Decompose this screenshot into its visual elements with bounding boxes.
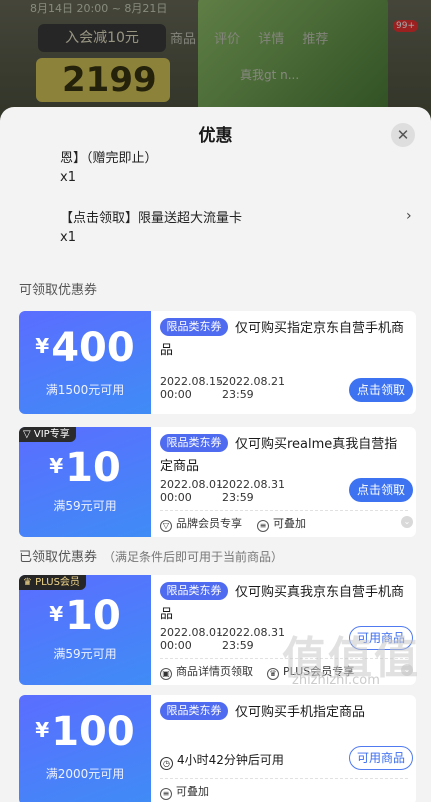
coupon-amount: ¥10 (49, 593, 121, 639)
coupon-condition: 满2000元可用 (45, 767, 125, 781)
detail-page-icon: ▣ (160, 668, 172, 680)
clock-icon: ◷ (160, 757, 173, 770)
coupon-value-panel: ▽ VIP专享 ¥10 满59元可用 (19, 427, 151, 537)
coupon-card: ¥400 满1500元可用 限品类东券 仅可购买指定京东自营手机商品 2022.… (19, 311, 416, 414)
close-icon[interactable]: ✕ (391, 123, 415, 147)
coupon-condition: 满59元可用 (53, 499, 117, 513)
divider (160, 778, 408, 779)
coupon-condition: 满1500元可用 (45, 383, 125, 397)
coupon-countdown: ◷ 4小时42分钟后可用 (160, 751, 284, 770)
coupon-description: 仅可购买真我京东自营手机商品 (160, 585, 405, 622)
coupon-validity: 2022.08.01 00:00-2022.08.31 23:59 (160, 478, 285, 504)
coupon-validity: 2022.08.01 00:00-2022.08.31 23:59 (160, 626, 285, 652)
feature-brand-member: ▽ 品牌会员专享 (160, 515, 242, 532)
vip-corner-tag: ▽ VIP专享 (19, 427, 76, 442)
coupon-value-panel: ¥400 满1500元可用 (19, 311, 151, 414)
feature-stackable: ≡ 可叠加 (257, 515, 306, 532)
chevron-down-icon[interactable]: ⌄ (401, 516, 413, 528)
gift-item-qty: x1 (60, 170, 76, 185)
coupon-amount: ¥400 (35, 325, 135, 371)
coupon-validity: 2022.08.15 00:00-2022.08.21 23:59 (160, 375, 285, 401)
plus-corner-tag: ♛ PLUS会员 (19, 575, 86, 590)
coupon-description: 仅可购买指定京东自营手机商品 (160, 321, 405, 358)
crown-icon: ♛ (267, 668, 279, 680)
coupon-amount: ¥10 (49, 445, 121, 491)
claim-button[interactable]: 点击领取 (349, 378, 413, 402)
coupon-amount: ¥100 (35, 709, 135, 755)
stackable-icon: ≡ (160, 788, 172, 800)
gift-item-qty: x1 (60, 230, 76, 245)
claim-button[interactable]: 点击领取 (349, 478, 413, 502)
coupon-card: ¥100 满2000元可用 限品类东券 仅可购买手机指定商品 ◷ 4小时42分钟后… (19, 695, 416, 802)
section-received: 已领取优惠券 （满足条件后即可用于当前商品） (19, 550, 284, 565)
sheet-title: 优惠 (198, 126, 233, 146)
gift-item-name: 恩】（赠完即止） (60, 151, 158, 166)
feature-stackable: ≡ 可叠加 (160, 783, 209, 800)
feature-detail-page-claim: ▣ 商品详情页领取 (160, 663, 253, 680)
section-available: 可领取优惠券 (19, 283, 98, 298)
coupon-value-panel: ¥100 满2000元可用 (19, 695, 151, 802)
usable-products-button[interactable]: 可用商品 (349, 746, 413, 770)
gift-item-name[interactable]: 【点击领取】限量送超大流量卡 (60, 207, 242, 226)
watermark-url: zhizhizhi.com (292, 673, 380, 688)
coupon-card: ▽ VIP专享 ¥10 满59元可用 限品类东券 仅可购买realme真我自营指… (19, 427, 416, 537)
coupon-sheet: 优惠 ✕ 恩】（赠完即止） x1 【点击领取】限量送超大流量卡 › x1 可领取… (0, 107, 431, 802)
divider (160, 510, 408, 511)
brand-member-icon: ▽ (160, 520, 172, 532)
coupon-condition: 满59元可用 (53, 647, 117, 661)
coupon-description: 仅可购买手机指定商品 (235, 705, 366, 720)
stackable-icon: ≡ (257, 520, 269, 532)
chevron-right-icon[interactable]: › (406, 208, 412, 224)
coupon-description: 仅可购买realme真我自营指定商品 (160, 437, 398, 474)
coupon-value-panel: ♛ PLUS会员 ¥10 满59元可用 (19, 575, 151, 685)
